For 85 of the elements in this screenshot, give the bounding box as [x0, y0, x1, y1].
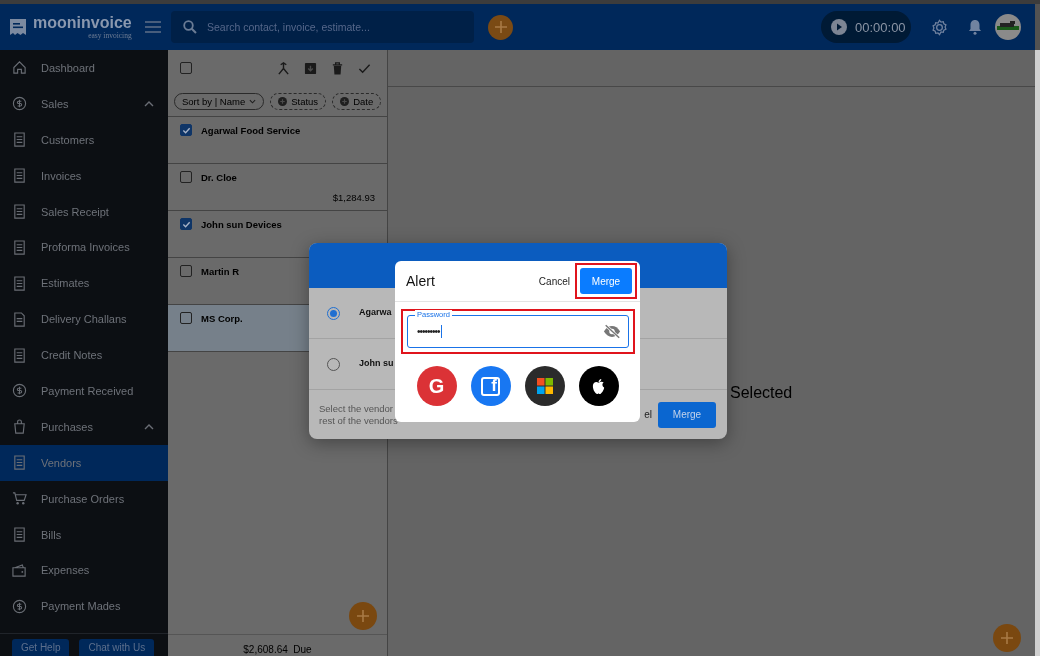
vendor-name: Agarwal Food Service [201, 124, 301, 136]
scrollbar[interactable] [1035, 50, 1040, 656]
vendor-row[interactable]: Dr. Cloe $1,284.93 [168, 164, 387, 211]
play-icon [831, 19, 847, 35]
menu-icon[interactable] [145, 21, 161, 33]
vendor-name: Martin R [201, 265, 239, 277]
search-field[interactable]: Search contact, invoice, estimate... [171, 11, 474, 43]
settings-icon[interactable] [931, 18, 948, 36]
sidebar-item[interactable]: Vendors [0, 444, 168, 481]
eye-off-icon[interactable] [603, 324, 621, 339]
sidebar-section[interactable]: Purchases [0, 408, 168, 445]
cart-icon [12, 491, 27, 507]
cancel-button[interactable]: Cancel [538, 275, 570, 287]
apple-icon [591, 377, 606, 395]
select-all-checkbox[interactable] [180, 62, 192, 74]
sidebar-item[interactable]: Payment Mades [0, 588, 168, 625]
row-checkbox[interactable] [180, 218, 192, 230]
google-sign-in-button[interactable]: G [416, 366, 457, 406]
house-icon [12, 60, 27, 76]
help-button[interactable]: Get Help [12, 639, 70, 656]
vendor-name: John sun Devices [201, 218, 282, 230]
sidebar-item[interactable]: Customers [0, 121, 168, 158]
sidebar-item[interactable]: Expenses [0, 552, 168, 589]
merge-button[interactable]: Merge [658, 401, 716, 428]
sidebar-item[interactable]: Estimates [0, 265, 168, 302]
document-icon [12, 527, 27, 542]
vendor-name: John su [359, 358, 394, 368]
microsoft-sign-in-button[interactable] [524, 366, 565, 406]
dollar-coin-icon [12, 383, 27, 399]
timer-button[interactable]: 00:00:00 [821, 11, 911, 43]
vendor-row[interactable]: Agarwal Food Service [168, 117, 387, 164]
total-due: $2,608.64 Due [243, 644, 312, 655]
user-avatar[interactable] [995, 14, 1021, 40]
sidebar-item[interactable]: Bills [0, 516, 168, 553]
vendor-name: MS Corp. [201, 312, 243, 324]
sidebar-item[interactable]: Payment Received [0, 373, 168, 409]
chevron-icon [144, 423, 154, 430]
document-icon [12, 168, 27, 184]
dialog-title: Alert [406, 273, 435, 289]
brand-name: mooninvoice [33, 14, 132, 31]
plus-icon [357, 610, 369, 622]
four-squares-icon [536, 378, 553, 394]
chevron-icon [144, 100, 154, 107]
merge-button[interactable]: Merge [580, 268, 632, 294]
archive-icon[interactable] [304, 61, 317, 75]
dollar-coin-icon [12, 598, 27, 614]
plus-icon [494, 21, 507, 33]
sidebar-item[interactable]: Purchase Orders [0, 480, 168, 517]
search-icon [183, 20, 197, 34]
add-button[interactable] [993, 624, 1021, 652]
notification-bell-icon[interactable] [968, 19, 982, 35]
sidebar-item[interactable]: Delivery Challans [0, 301, 168, 338]
cancel-link[interactable]: el [644, 409, 652, 420]
row-checkbox[interactable] [180, 265, 192, 277]
plus-circle-icon [278, 96, 288, 106]
row-checkbox[interactable] [180, 171, 192, 183]
plus-circle-icon [340, 96, 350, 106]
merge-icon[interactable] [277, 61, 290, 75]
sidebar-item[interactable]: Dashboard [0, 50, 168, 86]
plus-icon [1001, 632, 1013, 644]
check-icon [181, 219, 191, 229]
vendor-amount: $1,284.93 [332, 192, 375, 203]
facebook-sign-in-button[interactable]: f [470, 366, 511, 406]
sidebar-item[interactable]: Proforma Invoices [0, 229, 168, 266]
sidebar-section[interactable]: Sales [0, 85, 168, 122]
hint-text: rest of the vendors [319, 414, 398, 427]
check-icon [181, 125, 191, 135]
sidebar-item[interactable]: Invoices [0, 157, 168, 194]
wallet-icon [12, 562, 27, 578]
sidebar-item[interactable]: Sales Receipt [0, 193, 168, 230]
sidebar-item[interactable]: Credit Notes [0, 337, 168, 373]
receipt-logo-icon [8, 17, 28, 37]
shopping-bag-icon [12, 419, 27, 435]
delete-icon[interactable] [331, 61, 344, 75]
add-button[interactable] [349, 602, 377, 630]
help-button[interactable]: Chat with Us [79, 639, 155, 656]
document-icon [12, 239, 27, 255]
vendor-name: Dr. Cloe [201, 171, 237, 183]
row-checkbox[interactable] [180, 124, 192, 136]
row-checkbox[interactable] [180, 312, 192, 324]
empty-state-message: Selected [730, 384, 793, 401]
hint-text: Select the vendor [319, 402, 394, 415]
caret-icon [249, 98, 257, 104]
apple-sign-in-button[interactable] [578, 366, 619, 406]
add-button[interactable] [488, 14, 513, 40]
